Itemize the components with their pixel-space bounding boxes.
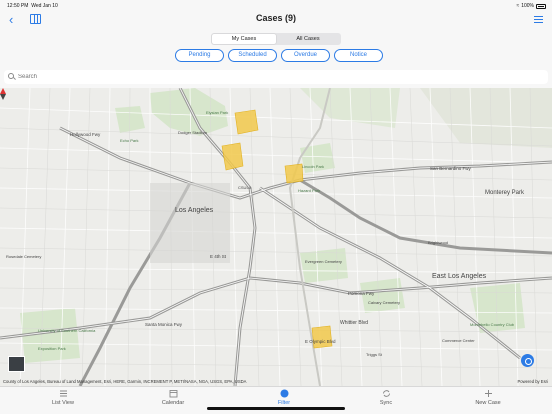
map-label-hazard-park: Hazard Park [298,188,320,193]
case-parcel[interactable] [221,142,244,171]
cases-segmented-control: My Cases All Cases [211,33,341,45]
page-title: Cases (9) [255,13,297,23]
map-label-fourth-st: E 4th St [210,254,227,259]
search-bar [4,70,548,84]
segment-all-cases[interactable]: All Cases [276,34,340,44]
calendar-icon [169,389,178,398]
tab-sync[interactable]: Sync [356,389,416,406]
map-label-hollywood-fwy: Hollywood Fwy [70,132,101,137]
map-label-monterey-park: Monterey Park [485,190,525,196]
tab-calendar[interactable]: Calendar [143,389,203,406]
map-label-east-la: East Los Angeles [432,273,487,280]
basemap: Los Angeles East Los Angeles Monterey Pa… [0,88,552,386]
map-label-csula: CSULA [238,185,252,190]
map-label-olympic: E Olympic Blvd [305,339,336,344]
map-label-whittier-blvd: Whittier Blvd [340,320,368,326]
map-label-pomona-fwy: Pomona Fwy [348,291,375,296]
map-label-usc: University of Southern California [38,328,96,333]
case-parcel[interactable] [284,163,304,184]
sync-icon [382,389,391,398]
map-label-rosedale: Rosedale Cemetery [6,254,41,259]
tab-list-view[interactable]: List View [33,389,93,406]
navigation-bar: ‹ Cases (9) [0,10,552,30]
map-label-brighton: Brightwood [428,240,448,245]
tab-label: Sync [379,400,393,406]
tab-label: Calendar [161,400,185,406]
map-label-commerce: Commerce Center [442,338,475,343]
search-input[interactable] [18,72,518,82]
tab-filter[interactable]: Filter [254,389,314,406]
segment-my-cases[interactable]: My Cases [212,34,276,44]
tab-label: New Case [475,400,501,406]
map-label-dodger-stadium: Dodger Stadium [178,130,208,135]
map-label-elysian-park: Elysian Park [206,110,228,115]
app-screen: 12:50 PM Wed Jan 10 ≈ 100% ‹ Cases (9) M… [0,0,552,414]
map-label-evergreen: Evergreen Cemetery [305,259,342,264]
wifi-icon: ≈ [516,3,520,9]
map-label-exposition: Exposition Park [38,346,66,351]
status-bar: 12:50 PM Wed Jan 10 ≈ 100% [0,0,552,10]
case-parcel[interactable] [234,109,259,135]
map-label-lincoln-park: Lincoln Park [302,164,324,169]
status-right: ≈ 100% [516,3,546,9]
battery-percent: 100% [521,3,534,9]
locate-button[interactable] [521,354,534,367]
case-parcel[interactable] [311,325,333,349]
menu-icon[interactable] [534,16,543,24]
map-view[interactable]: Los Angeles East Los Angeles Monterey Pa… [0,88,552,386]
battery-icon [536,3,546,9]
filter-icon [280,389,289,398]
tab-label: List View [52,400,74,406]
tab-new-case[interactable]: New Case [458,389,518,406]
map-label-trigg: Triggs St [366,352,383,357]
plus-icon [484,389,493,398]
map-label-santa-monica-fwy: Santa Monica Fwy [145,322,183,327]
status-time: 12:50 PM Wed Jan 10 [7,3,58,9]
filter-overdue-button[interactable]: Overdue [281,49,330,62]
powered-by-esri[interactable]: Powered by Esri [518,379,549,384]
map-label-montebello: Montebello Country Club [470,322,515,327]
list-icon [59,389,68,398]
map-label-echo-park: Echo Park [120,138,138,143]
monterey-hills-area [420,88,552,148]
filter-scheduled-button[interactable]: Scheduled [228,49,277,62]
map-label-calvary: Calvary Cemetery [368,300,400,305]
filter-notice-button[interactable]: Notice [334,49,383,62]
compass-icon[interactable] [0,88,6,100]
search-icon [8,73,14,79]
home-indicator[interactable] [207,407,345,410]
downtown-area [150,183,230,263]
evergreen-area [300,248,348,283]
basemap-toggle-button[interactable] [8,356,25,372]
tab-label: Filter [277,400,291,406]
status-filter-chips: Pending Scheduled Overdue Notice [175,49,383,62]
filter-pending-button[interactable]: Pending [175,49,224,62]
map-label-los-angeles: Los Angeles [175,207,214,214]
map-label-san-bernardino: San Bernardino Fwy [430,166,472,171]
map-attribution: County of Los Angeles, Bureau of Land Ma… [3,379,247,384]
